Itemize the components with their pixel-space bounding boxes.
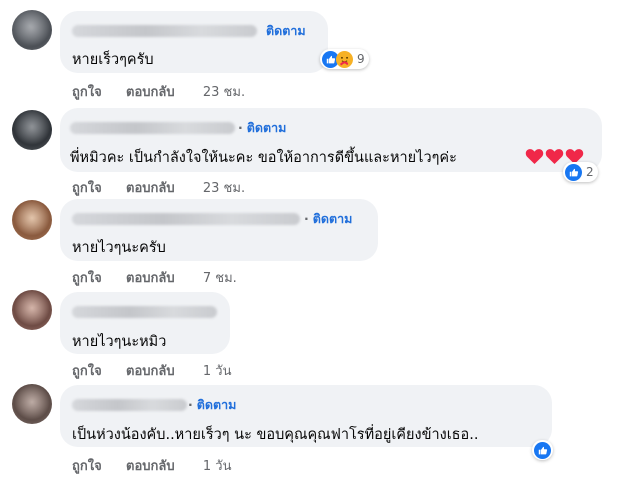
comment-bubble: · ติดตาม เป็นห่วงน้องคับ..หายเร็วๆ นะ ขอบ…: [60, 385, 552, 447]
heart-icon: [545, 149, 564, 165]
comment-text: พี่หมิวคะ เป็นกำลังใจให้นะคะ ขอให้อาการด…: [70, 150, 457, 166]
reply-link[interactable]: ตอบกลับ: [126, 455, 175, 476]
follow-label[interactable]: ติดตาม: [247, 120, 287, 135]
comment-actions: ถูกใจ ตอบกลับ 23 ชม.: [72, 81, 245, 102]
comment-text: หายไวๆนะหมิว: [72, 334, 167, 350]
commenter-name[interactable]: [72, 306, 217, 318]
comment-text: เป็นห่วงน้องคับ..หายเร็วๆ นะ ขอบคุณคุณฟา…: [72, 427, 479, 443]
avatar[interactable]: [12, 110, 52, 150]
like-link[interactable]: ถูกใจ: [72, 455, 102, 476]
commenter-name[interactable]: [72, 213, 300, 225]
commenter-name[interactable]: [72, 399, 187, 411]
comment-item: · ติดตาม หายไวๆนะครับ ถูกใจ ตอบกลับ 7 ชม.: [0, 195, 633, 290]
comment-item: · ติดตาม พี่หมิวคะ เป็นกำลังใจให้นะคะ ขอใ…: [0, 100, 633, 200]
comment-actions: ถูกใจ ตอบกลับ 1 วัน: [72, 455, 231, 476]
commenter-name[interactable]: [70, 122, 235, 134]
avatar[interactable]: [12, 384, 52, 424]
follow-label[interactable]: ติดตาม: [313, 211, 353, 226]
follow-button[interactable]: · ติดตาม: [188, 395, 236, 415]
reply-link[interactable]: ตอบกลับ: [126, 81, 175, 102]
like-icon: [565, 163, 582, 181]
reaction-summary[interactable]: 2: [563, 162, 598, 182]
comment-text: หายไวๆนะครับ: [72, 240, 166, 256]
comment-bubble: ติดตาม หายเร็วๆครับ: [60, 11, 328, 73]
comment-bubble: · ติดตาม พี่หมิวคะ เป็นกำลังใจให้นะคะ ขอใ…: [60, 108, 602, 172]
reaction-count: 2: [586, 165, 594, 179]
comment-item: · ติดตาม เป็นห่วงน้องคับ..หายเร็วๆ นะ ขอบ…: [0, 378, 633, 487]
reaction-summary[interactable]: 9: [320, 49, 369, 69]
comment-text: หายเร็วๆครับ: [72, 52, 154, 68]
avatar[interactable]: [12, 10, 52, 50]
comment-timestamp[interactable]: 1 วัน: [203, 455, 232, 476]
like-link[interactable]: ถูกใจ: [72, 81, 102, 102]
comment-timestamp[interactable]: 23 ชม.: [203, 81, 245, 102]
avatar[interactable]: [12, 200, 52, 240]
avatar[interactable]: [12, 290, 52, 330]
follow-button[interactable]: · ติดตาม: [238, 118, 286, 138]
comment-item: หายไวๆนะหมิว ถูกใจ ตอบกลับ 1 วัน: [0, 285, 633, 380]
comment-bubble: · ติดตาม หายไวๆนะครับ: [60, 199, 378, 261]
follow-button[interactable]: ติดตาม: [266, 21, 306, 41]
like-icon: [534, 441, 551, 459]
commenter-name[interactable]: [72, 25, 257, 37]
reaction-count: 9: [357, 52, 365, 66]
comment-bubble: หายไวๆนะหมิว: [60, 292, 230, 354]
reaction-summary[interactable]: [532, 440, 553, 460]
care-icon: [336, 50, 353, 68]
heart-icon: [525, 149, 544, 165]
follow-label[interactable]: ติดตาม: [197, 397, 237, 412]
comment-item: ติดตาม หายเร็วๆครับ 9 ถูกใจ ตอบกลับ 23 ช…: [0, 0, 633, 100]
follow-button[interactable]: · ติดตาม: [304, 209, 352, 229]
